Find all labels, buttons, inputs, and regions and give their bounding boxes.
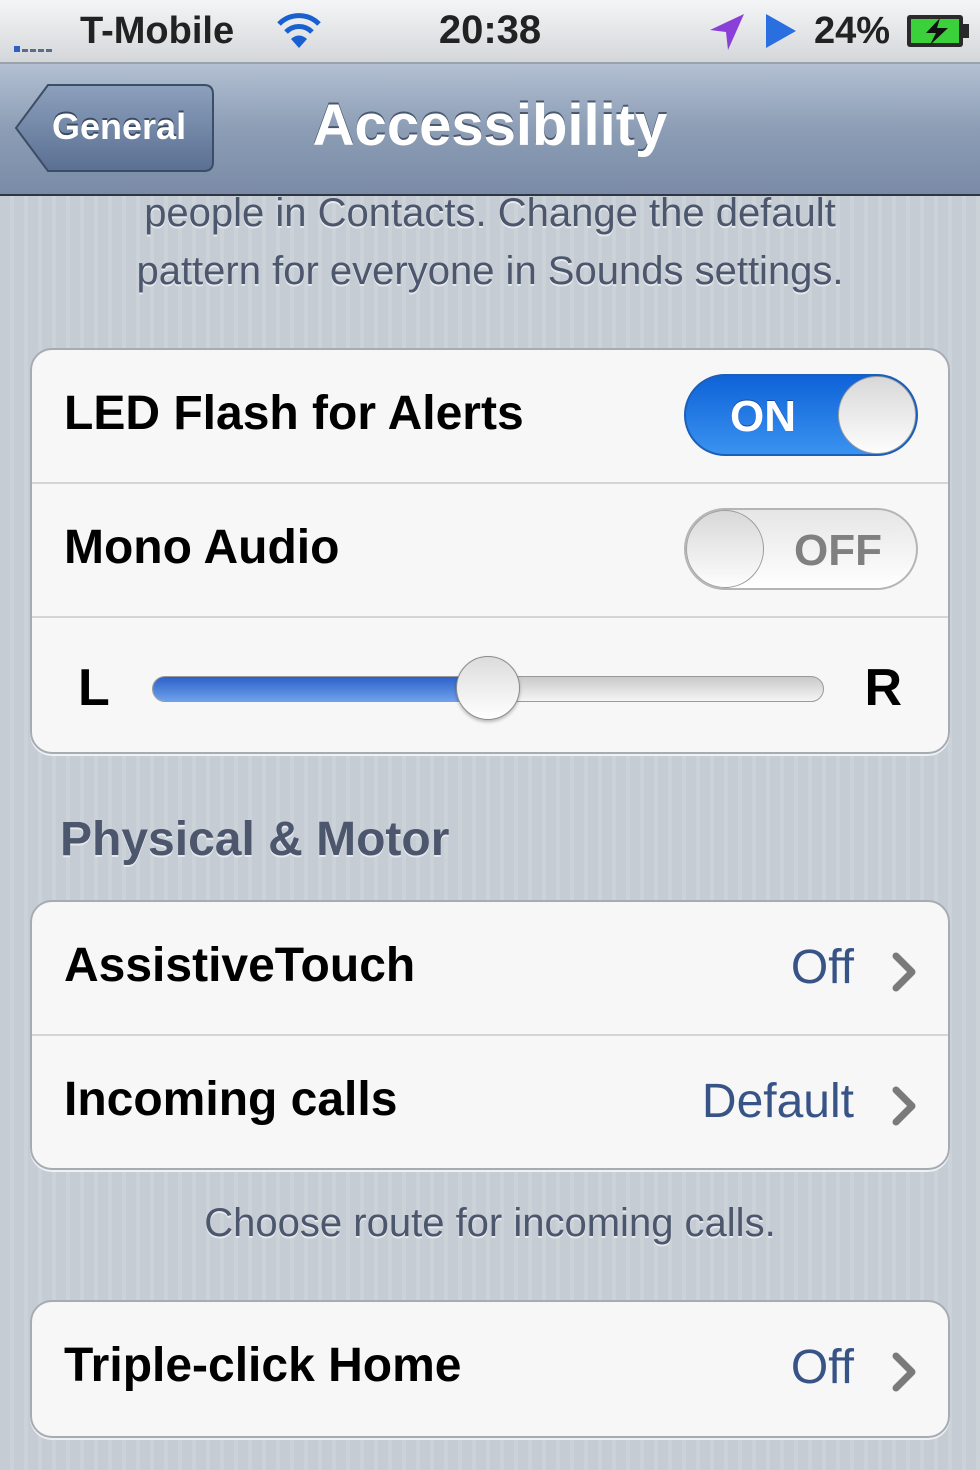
hearing-footer-text: people in Contacts. Change the default p… (40, 184, 940, 300)
toggle-knob (838, 376, 916, 454)
balance-slider-thumb[interactable] (456, 656, 520, 720)
assistivetouch-value: Off (790, 941, 854, 994)
balance-slider-row: L R (32, 618, 948, 752)
play-icon (764, 12, 798, 55)
toggle-knob (686, 510, 764, 588)
section-header-physical-motor: Physical & Motor (60, 813, 450, 866)
battery-charging-icon (906, 14, 970, 53)
incoming-calls-value: Default (701, 1075, 854, 1128)
triple-click-home-value: Off (790, 1341, 854, 1394)
hearing-footer-line-1: people in Contacts. Change the default (144, 191, 836, 235)
navigation-bar: General Accessibility (0, 64, 980, 196)
assistivetouch-row[interactable]: AssistiveTouch Off (32, 902, 948, 1036)
triple-click-home-label: Triple-click Home (64, 1339, 462, 1392)
triple-click-home-row[interactable]: Triple-click Home Off (32, 1302, 948, 1436)
balance-slider-fill (153, 677, 489, 701)
location-services-icon (706, 12, 746, 57)
incoming-calls-label: Incoming calls (64, 1073, 398, 1126)
physical-motor-group: AssistiveTouch Off Incoming calls Defaul… (30, 900, 950, 1170)
mono-audio-label: Mono Audio (64, 521, 340, 574)
incoming-calls-footer: Choose route for incoming calls. (204, 1201, 776, 1245)
led-flash-label: LED Flash for Alerts (64, 387, 524, 440)
led-flash-row: LED Flash for Alerts ON (32, 350, 948, 484)
mono-audio-toggle[interactable]: OFF (684, 508, 918, 590)
hearing-footer-line-2: pattern for everyone in Sounds settings. (136, 249, 844, 293)
led-flash-toggle[interactable]: ON (684, 374, 918, 456)
triple-click-group: Triple-click Home Off (30, 1300, 950, 1438)
hearing-group: LED Flash for Alerts ON Mono Audio OFF L… (30, 348, 950, 754)
chevron-right-icon (892, 1352, 916, 1392)
chevron-right-icon (892, 952, 916, 992)
balance-left-label: L (78, 659, 110, 717)
chevron-right-icon (892, 1086, 916, 1126)
incoming-calls-row[interactable]: Incoming calls Default (32, 1036, 948, 1170)
assistivetouch-label: AssistiveTouch (64, 939, 416, 992)
led-flash-toggle-state: ON (730, 392, 796, 441)
battery-percent: 24% (814, 10, 891, 52)
page-title: Accessibility (312, 93, 668, 158)
mono-audio-toggle-state: OFF (794, 526, 882, 575)
status-bar: T-Mobile 20:38 24% (0, 0, 980, 64)
mono-audio-row: Mono Audio OFF (32, 484, 948, 618)
balance-right-label: R (864, 659, 902, 717)
